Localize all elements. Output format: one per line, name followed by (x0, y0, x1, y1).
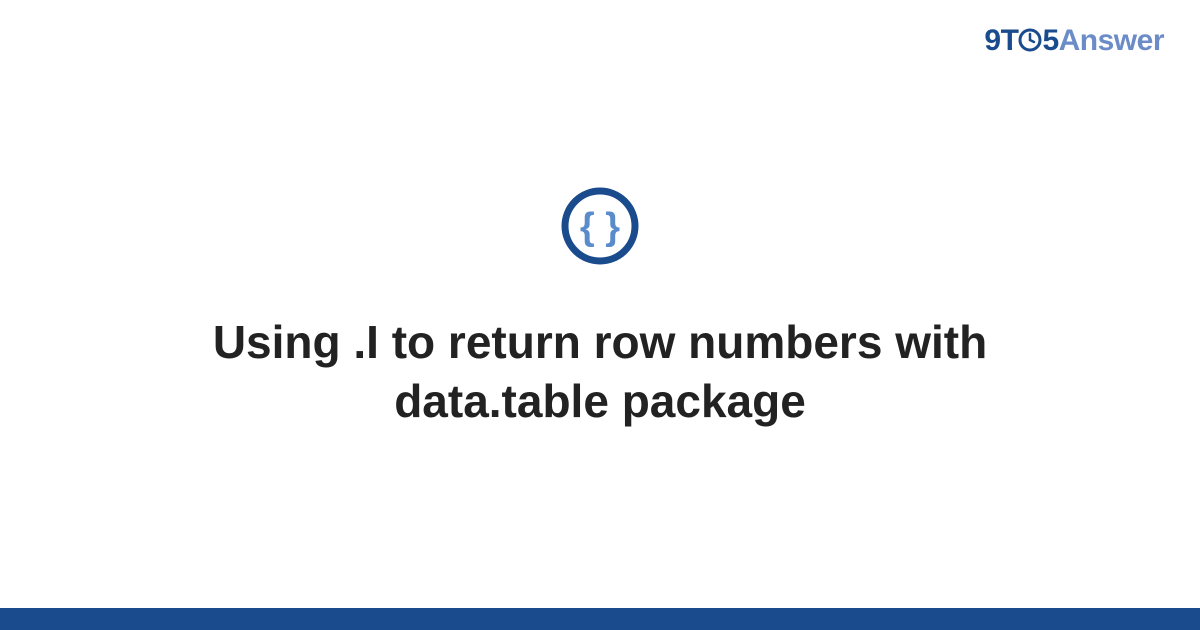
bottom-accent-bar (0, 608, 1200, 630)
page-title: Using .I to return row numbers with data… (150, 313, 1050, 431)
svg-text:{ }: { } (580, 206, 620, 248)
code-braces-icon: { } (561, 187, 639, 265)
main-content: { } Using .I to return row numbers with … (0, 0, 1200, 608)
